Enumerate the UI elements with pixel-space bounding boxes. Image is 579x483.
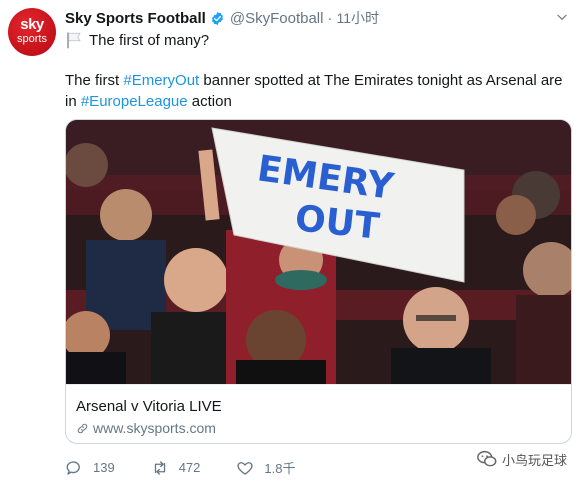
avatar-logo-sky: sky [20,16,44,33]
verified-badge-icon [211,11,223,25]
heart-icon [237,461,254,475]
card-meta[interactable]: Arsenal v Vitoria LIVE www.skysports.com [66,384,571,443]
link-card[interactable]: EMERY OUT Arsenal v Vitoria LIVE www.sky… [65,119,572,444]
retweet-icon [154,460,165,475]
tweet-text-body: The first #EmeryOut banner spotted at Th… [65,70,575,112]
link-icon [77,423,88,433]
reply-count: 139 [93,460,115,475]
white-flag-icon [67,32,81,49]
display-name[interactable]: Sky Sports Football [65,10,206,27]
retweet-button[interactable]: 472 [151,459,201,477]
like-button[interactable]: 1.8千 [236,458,295,477]
tweet-text-segment: action [187,93,232,110]
tweet-text-segment: The first [65,72,124,89]
hashtag-europeleague-link[interactable]: #EuropeLeague [81,93,188,110]
user-handle[interactable]: @SkyFootball [230,10,324,27]
tweet-actions: 139 472 1.8千 [65,458,331,477]
watermark-text: 小鸟玩足球 [501,452,567,468]
retweet-count: 472 [178,460,201,475]
card-photo-fans-banner[interactable]: EMERY OUT [66,120,572,384]
hashtag-emeryout-link[interactable]: #EmeryOut [123,72,199,89]
chevron-down-icon[interactable] [555,10,569,24]
tweet-text-first-of-many: The first of many? [89,31,210,49]
timestamp[interactable]: 11小时 [336,8,379,28]
avatar-logo-sports: sports [17,33,47,45]
watermark: 小鸟玩足球 [476,448,567,470]
separator-dot: · [327,9,333,27]
reply-icon [66,460,80,475]
reply-button[interactable]: 139 [65,459,115,477]
card-url[interactable]: www.skysports.com [76,420,561,436]
tweet-text-line1: The first of many? [65,31,209,49]
like-count: 1.8千 [264,461,296,476]
card-url-text[interactable]: www.skysports.com [93,420,216,436]
card-title[interactable]: Arsenal v Vitoria LIVE [76,398,561,415]
tweet-header: Sky Sports Football @SkyFootball · 11小时 [65,8,379,28]
avatar[interactable]: sky sports [8,8,56,56]
wechat-logo-icon [477,450,497,467]
